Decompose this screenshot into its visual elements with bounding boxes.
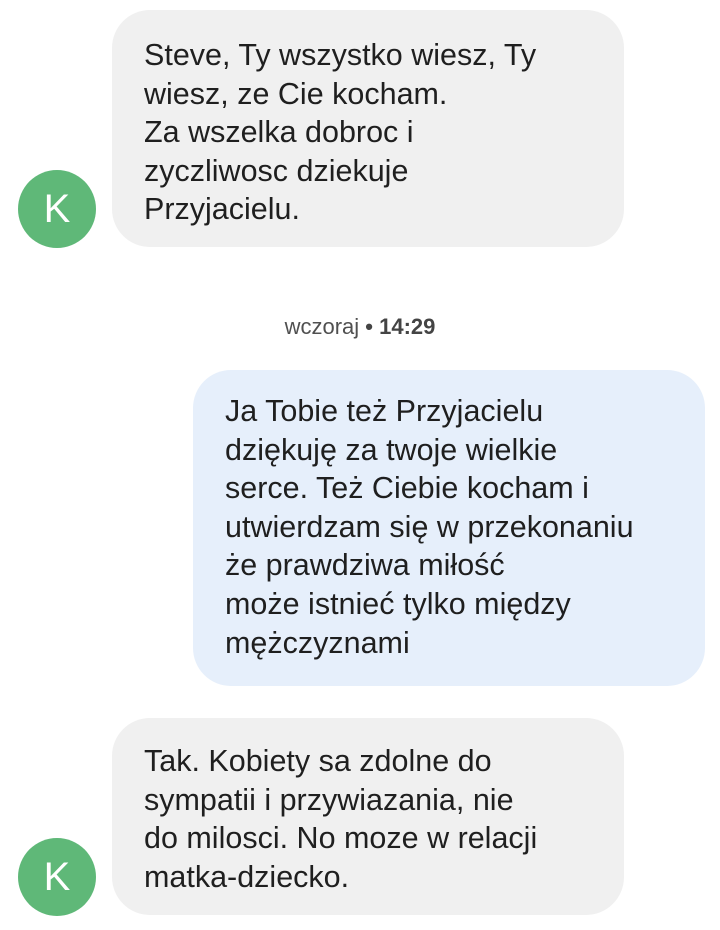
message-line: sympatii i przywiazania, nie — [144, 782, 514, 817]
message-line: że prawdziwa miłość — [225, 548, 505, 583]
message-line: Steve, Ty wszystko wiesz, Ty — [144, 38, 537, 72]
message-timestamp: wczoraj • 14:29 — [0, 314, 720, 340]
message-line: zyczliwosc dziekuje — [144, 153, 409, 188]
message-line: Za wszelka dobroc i — [144, 115, 414, 150]
message-line: Ja Tobie też Przyjacielu — [225, 394, 544, 428]
message-line: wiesz, ze Cie kocham. — [144, 76, 448, 111]
message-line: może istnieć tylko między — [225, 586, 571, 621]
message-line: Tak. Kobiety sa zdolne do — [144, 744, 492, 778]
contact-avatar[interactable]: K — [18, 838, 96, 916]
contact-avatar[interactable]: K — [18, 170, 96, 248]
message-bubble-incoming[interactable]: Tak. Kobiety sa zdolne do sympatii i prz… — [112, 718, 624, 915]
message-bubble-incoming[interactable]: Steve, Ty wszystko wiesz, Ty wiesz, ze C… — [112, 10, 624, 247]
avatar-initial: K — [43, 855, 71, 899]
message-line: matka-dziecko. — [144, 859, 350, 894]
timestamp-time: 14:29 — [379, 314, 436, 339]
avatar-initial: K — [43, 187, 71, 231]
message-line: utwierdzam się w przekonaniu — [225, 509, 634, 544]
message-bubble-outgoing[interactable]: Ja Tobie też Przyjacielu dziękuję za two… — [193, 370, 705, 686]
message-line: Przyjacielu. — [144, 192, 300, 227]
message-line: mężczyznami — [225, 625, 410, 660]
message-line: dziękuję za twoje wielkie — [225, 432, 558, 467]
timestamp-separator: • — [365, 314, 373, 339]
message-line: serce. Też Ciebie kocham i — [225, 471, 589, 506]
message-line: do milosci. No moze w relacji — [144, 821, 538, 856]
timestamp-day: wczoraj — [284, 314, 360, 339]
